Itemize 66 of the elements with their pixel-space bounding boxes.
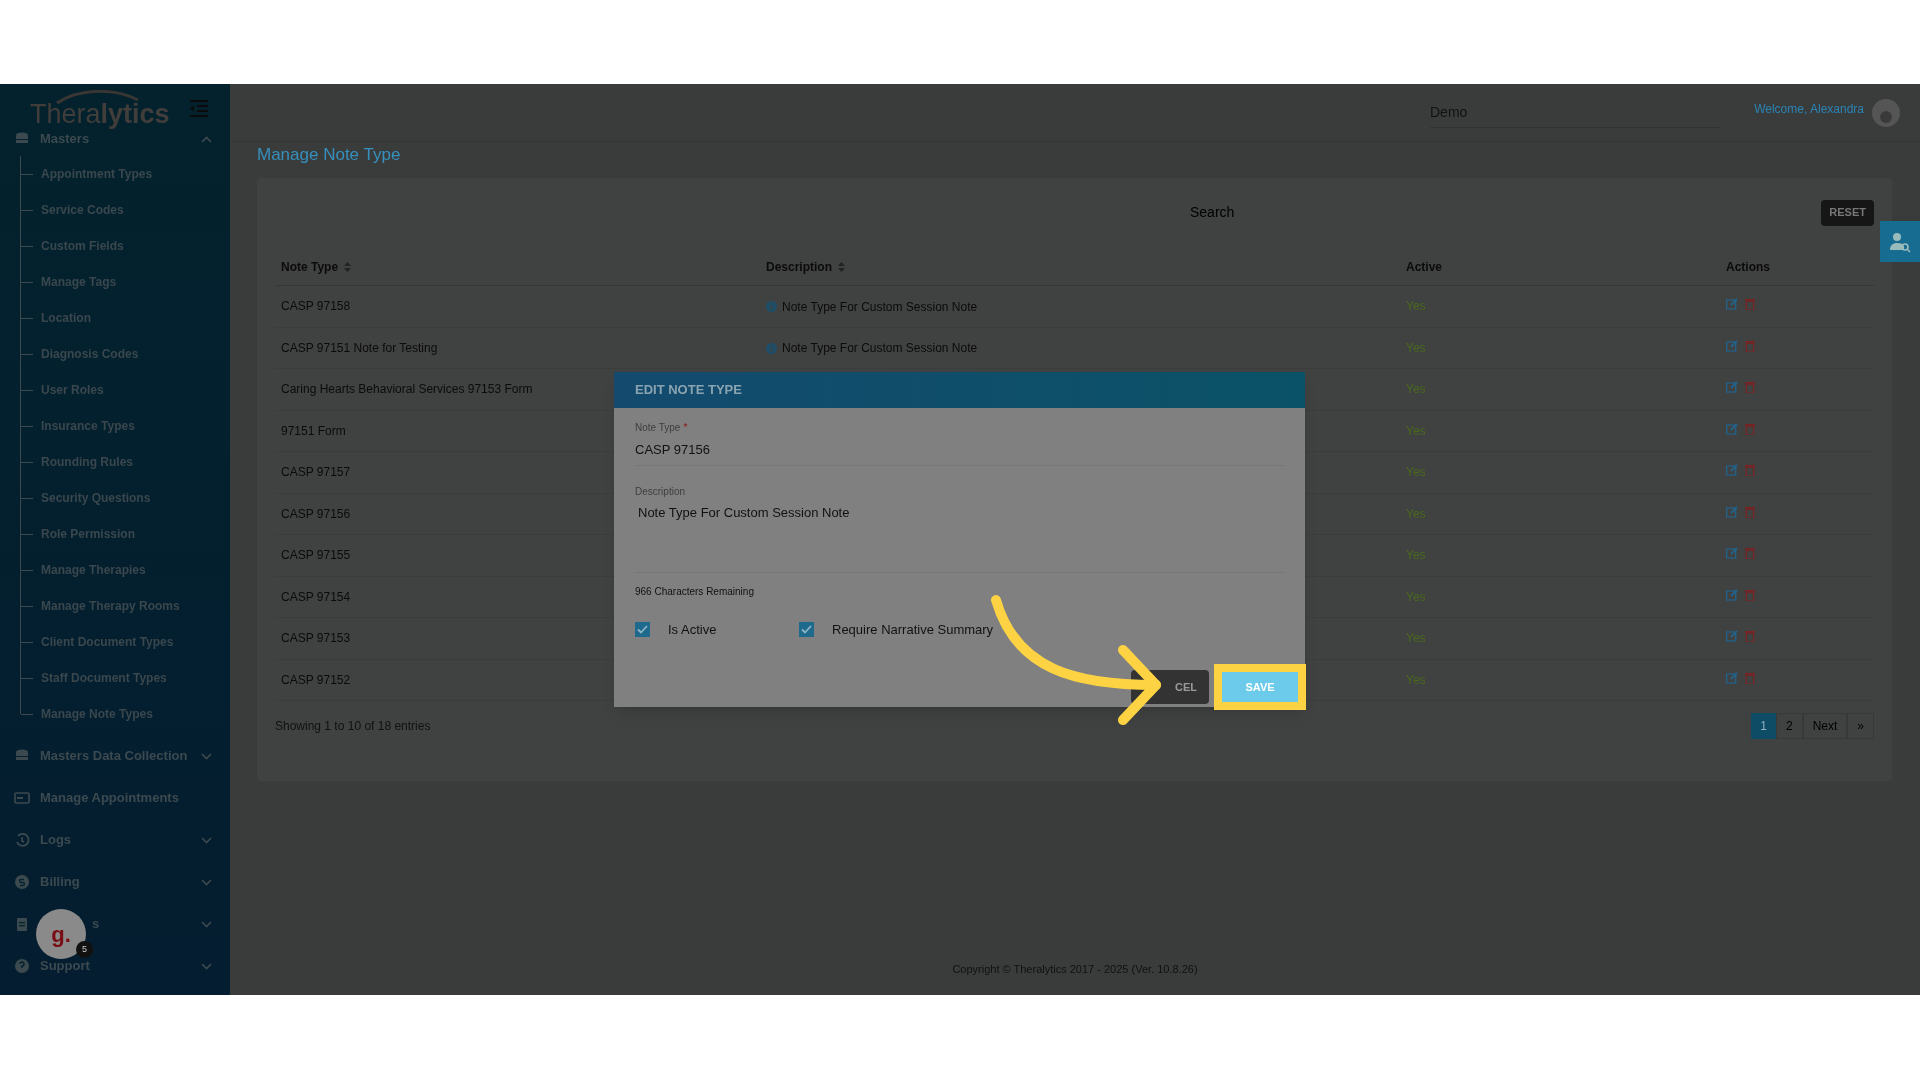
checkbox-label: Require Narrative Summary — [832, 620, 994, 639]
menu-item[interactable]: Support — [40, 956, 90, 976]
description-field[interactable]: Note Type For Custom Session Note — [635, 498, 1284, 573]
menu-icon — [14, 832, 30, 848]
edit-icon[interactable] — [1726, 671, 1738, 684]
checkbox[interactable] — [635, 622, 650, 637]
menu-icon — [14, 874, 30, 890]
info-icon[interactable] — [766, 342, 777, 354]
sort-icon[interactable] — [838, 262, 845, 273]
info-icon[interactable] — [766, 301, 777, 312]
page-button[interactable]: 1 — [1751, 713, 1776, 739]
menu-item[interactable]: s — [92, 914, 100, 934]
menu-item[interactable]: Masters — [40, 129, 90, 149]
edit-icon[interactable] — [1726, 339, 1738, 352]
checkbox[interactable] — [799, 622, 814, 637]
note-type-field[interactable]: CASP 97156 — [635, 435, 1284, 466]
field-label: Description — [635, 484, 687, 499]
user-search-icon[interactable] — [1880, 221, 1920, 262]
menu-icon — [14, 916, 30, 932]
page-button[interactable]: 2 — [1775, 713, 1803, 739]
edit-icon[interactable] — [1726, 505, 1738, 518]
delete-icon[interactable] — [1745, 671, 1755, 684]
chevron-down-icon[interactable] — [201, 836, 212, 844]
menu-item[interactable]: Billing — [40, 872, 80, 892]
page-title: Manage Note Type — [257, 144, 401, 166]
menu-item[interactable]: Logs — [40, 830, 72, 850]
menu-icon — [14, 790, 30, 806]
menu-item[interactable]: Manage Appointments — [40, 788, 179, 808]
edit-icon[interactable] — [1726, 381, 1738, 394]
save-button[interactable]: SAVE — [1222, 672, 1298, 702]
chevron-down-icon[interactable] — [201, 878, 212, 886]
delete-icon[interactable] — [1745, 339, 1755, 352]
edit-icon[interactable] — [1726, 422, 1738, 435]
dialog-title: EDIT NOTE TYPE — [614, 372, 1305, 408]
chevron-up-icon[interactable] — [201, 135, 212, 143]
avatar-icon[interactable] — [1872, 98, 1900, 127]
page-button[interactable]: Next — [1802, 713, 1848, 739]
sort-icon[interactable] — [344, 262, 352, 273]
characters-remaining: 966 Characters Remaining — [635, 584, 755, 599]
menu-item[interactable]: Masters Data Collection — [40, 746, 188, 766]
search-field[interactable]: Search — [1190, 202, 1590, 223]
collapse-menu-icon[interactable] — [190, 100, 208, 117]
menu-icon — [14, 958, 30, 974]
delete-icon[interactable] — [1745, 505, 1755, 518]
edit-icon[interactable] — [1726, 298, 1738, 311]
page-button[interactable]: » — [1847, 713, 1874, 739]
delete-icon[interactable] — [1745, 630, 1755, 643]
logo: Theralytics — [30, 101, 170, 128]
delete-icon[interactable] — [1745, 422, 1755, 435]
chevron-down-icon[interactable] — [201, 752, 212, 760]
edit-icon[interactable] — [1726, 547, 1738, 560]
delete-icon[interactable] — [1745, 464, 1755, 477]
welcome-text: Welcome, Alexandra — [1754, 100, 1864, 118]
checkbox-label: Is Active — [668, 620, 717, 639]
chevron-down-icon[interactable] — [201, 920, 212, 928]
delete-icon[interactable] — [1745, 547, 1755, 560]
delete-icon[interactable] — [1745, 381, 1755, 394]
chevron-down-icon[interactable] — [201, 962, 212, 970]
edit-icon[interactable] — [1726, 588, 1738, 601]
edit-icon[interactable] — [1726, 464, 1738, 477]
edit-icon[interactable] — [1726, 630, 1738, 643]
reset-button[interactable]: RESET — [1821, 199, 1874, 226]
field-label: Note Type * — [635, 421, 689, 435]
logo-arc-icon — [55, 90, 140, 104]
delete-icon[interactable] — [1745, 588, 1755, 601]
delete-icon[interactable] — [1745, 298, 1755, 311]
